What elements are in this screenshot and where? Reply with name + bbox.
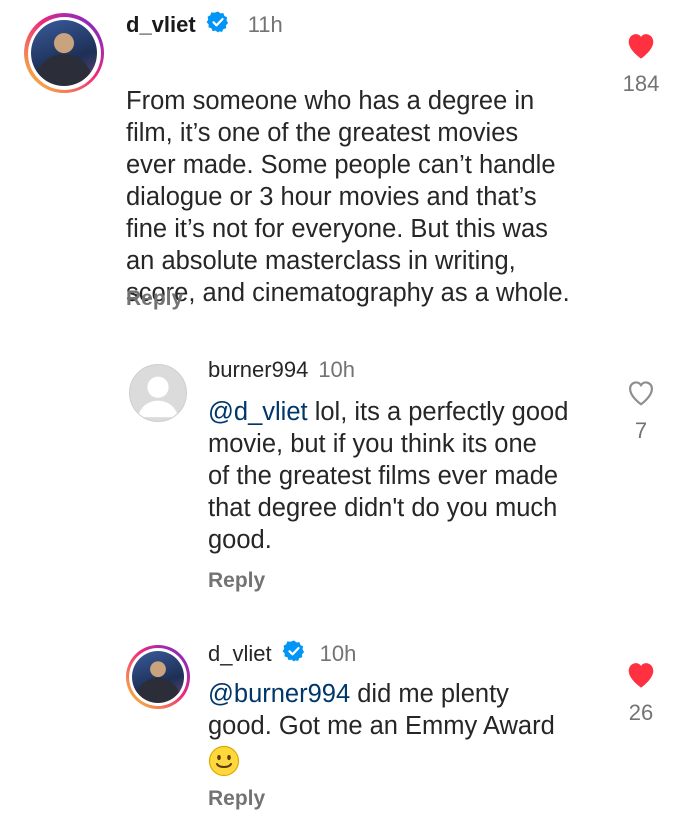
profile-photo bbox=[132, 651, 184, 703]
comment-text: @burner994 did me plenty good. Got me an… bbox=[208, 678, 555, 742]
like-count: 184 bbox=[622, 71, 660, 96]
like-button[interactable]: 7 bbox=[611, 377, 671, 444]
reply-button[interactable]: Reply bbox=[208, 787, 265, 811]
avatar-burner994[interactable] bbox=[129, 364, 187, 422]
comment-username[interactable]: d_vliet bbox=[208, 641, 272, 667]
profile-photo bbox=[31, 20, 97, 86]
heart-filled-icon bbox=[624, 663, 658, 693]
comment-text: @d_vliet lol, its a perfectly good movie… bbox=[208, 396, 568, 556]
comment-body: From someone who has a degree in film, i… bbox=[126, 87, 570, 307]
slightly-smiling-face-icon bbox=[208, 745, 240, 777]
like-button[interactable]: 184 bbox=[611, 30, 671, 97]
default-avatar-icon bbox=[137, 376, 179, 418]
verified-badge-icon bbox=[282, 639, 306, 669]
like-button[interactable]: 26 bbox=[611, 659, 671, 726]
reply-button[interactable]: Reply bbox=[126, 287, 183, 311]
comment-time: 11h bbox=[247, 12, 283, 37]
comment-time: 10h bbox=[319, 641, 357, 666]
comment-time: 10h bbox=[318, 357, 356, 382]
heart-outline-icon bbox=[624, 381, 658, 411]
heart-filled-icon bbox=[624, 34, 658, 64]
mention-link[interactable]: @d_vliet bbox=[208, 398, 308, 426]
mention-link[interactable]: @burner994 bbox=[208, 680, 350, 708]
comment-1: d_vliet 11h From someone who has a degre… bbox=[0, 0, 700, 330]
comment-3: d_vliet 10h @burner994 did me plenty goo… bbox=[0, 622, 700, 834]
comment-text: From someone who has a degree in film, i… bbox=[126, 53, 570, 309]
like-count: 26 bbox=[628, 700, 654, 725]
like-count: 7 bbox=[634, 418, 648, 443]
avatar-d-vliet[interactable] bbox=[24, 13, 104, 93]
verified-badge-icon bbox=[206, 10, 230, 40]
avatar-d-vliet[interactable] bbox=[126, 645, 190, 709]
comment-username[interactable]: burner994 bbox=[208, 357, 308, 383]
comment-2: burner994 10h @d_vliet lol, its a perfec… bbox=[0, 340, 700, 610]
reply-button[interactable]: Reply bbox=[208, 569, 265, 593]
comment-username[interactable]: d_vliet bbox=[126, 12, 196, 38]
